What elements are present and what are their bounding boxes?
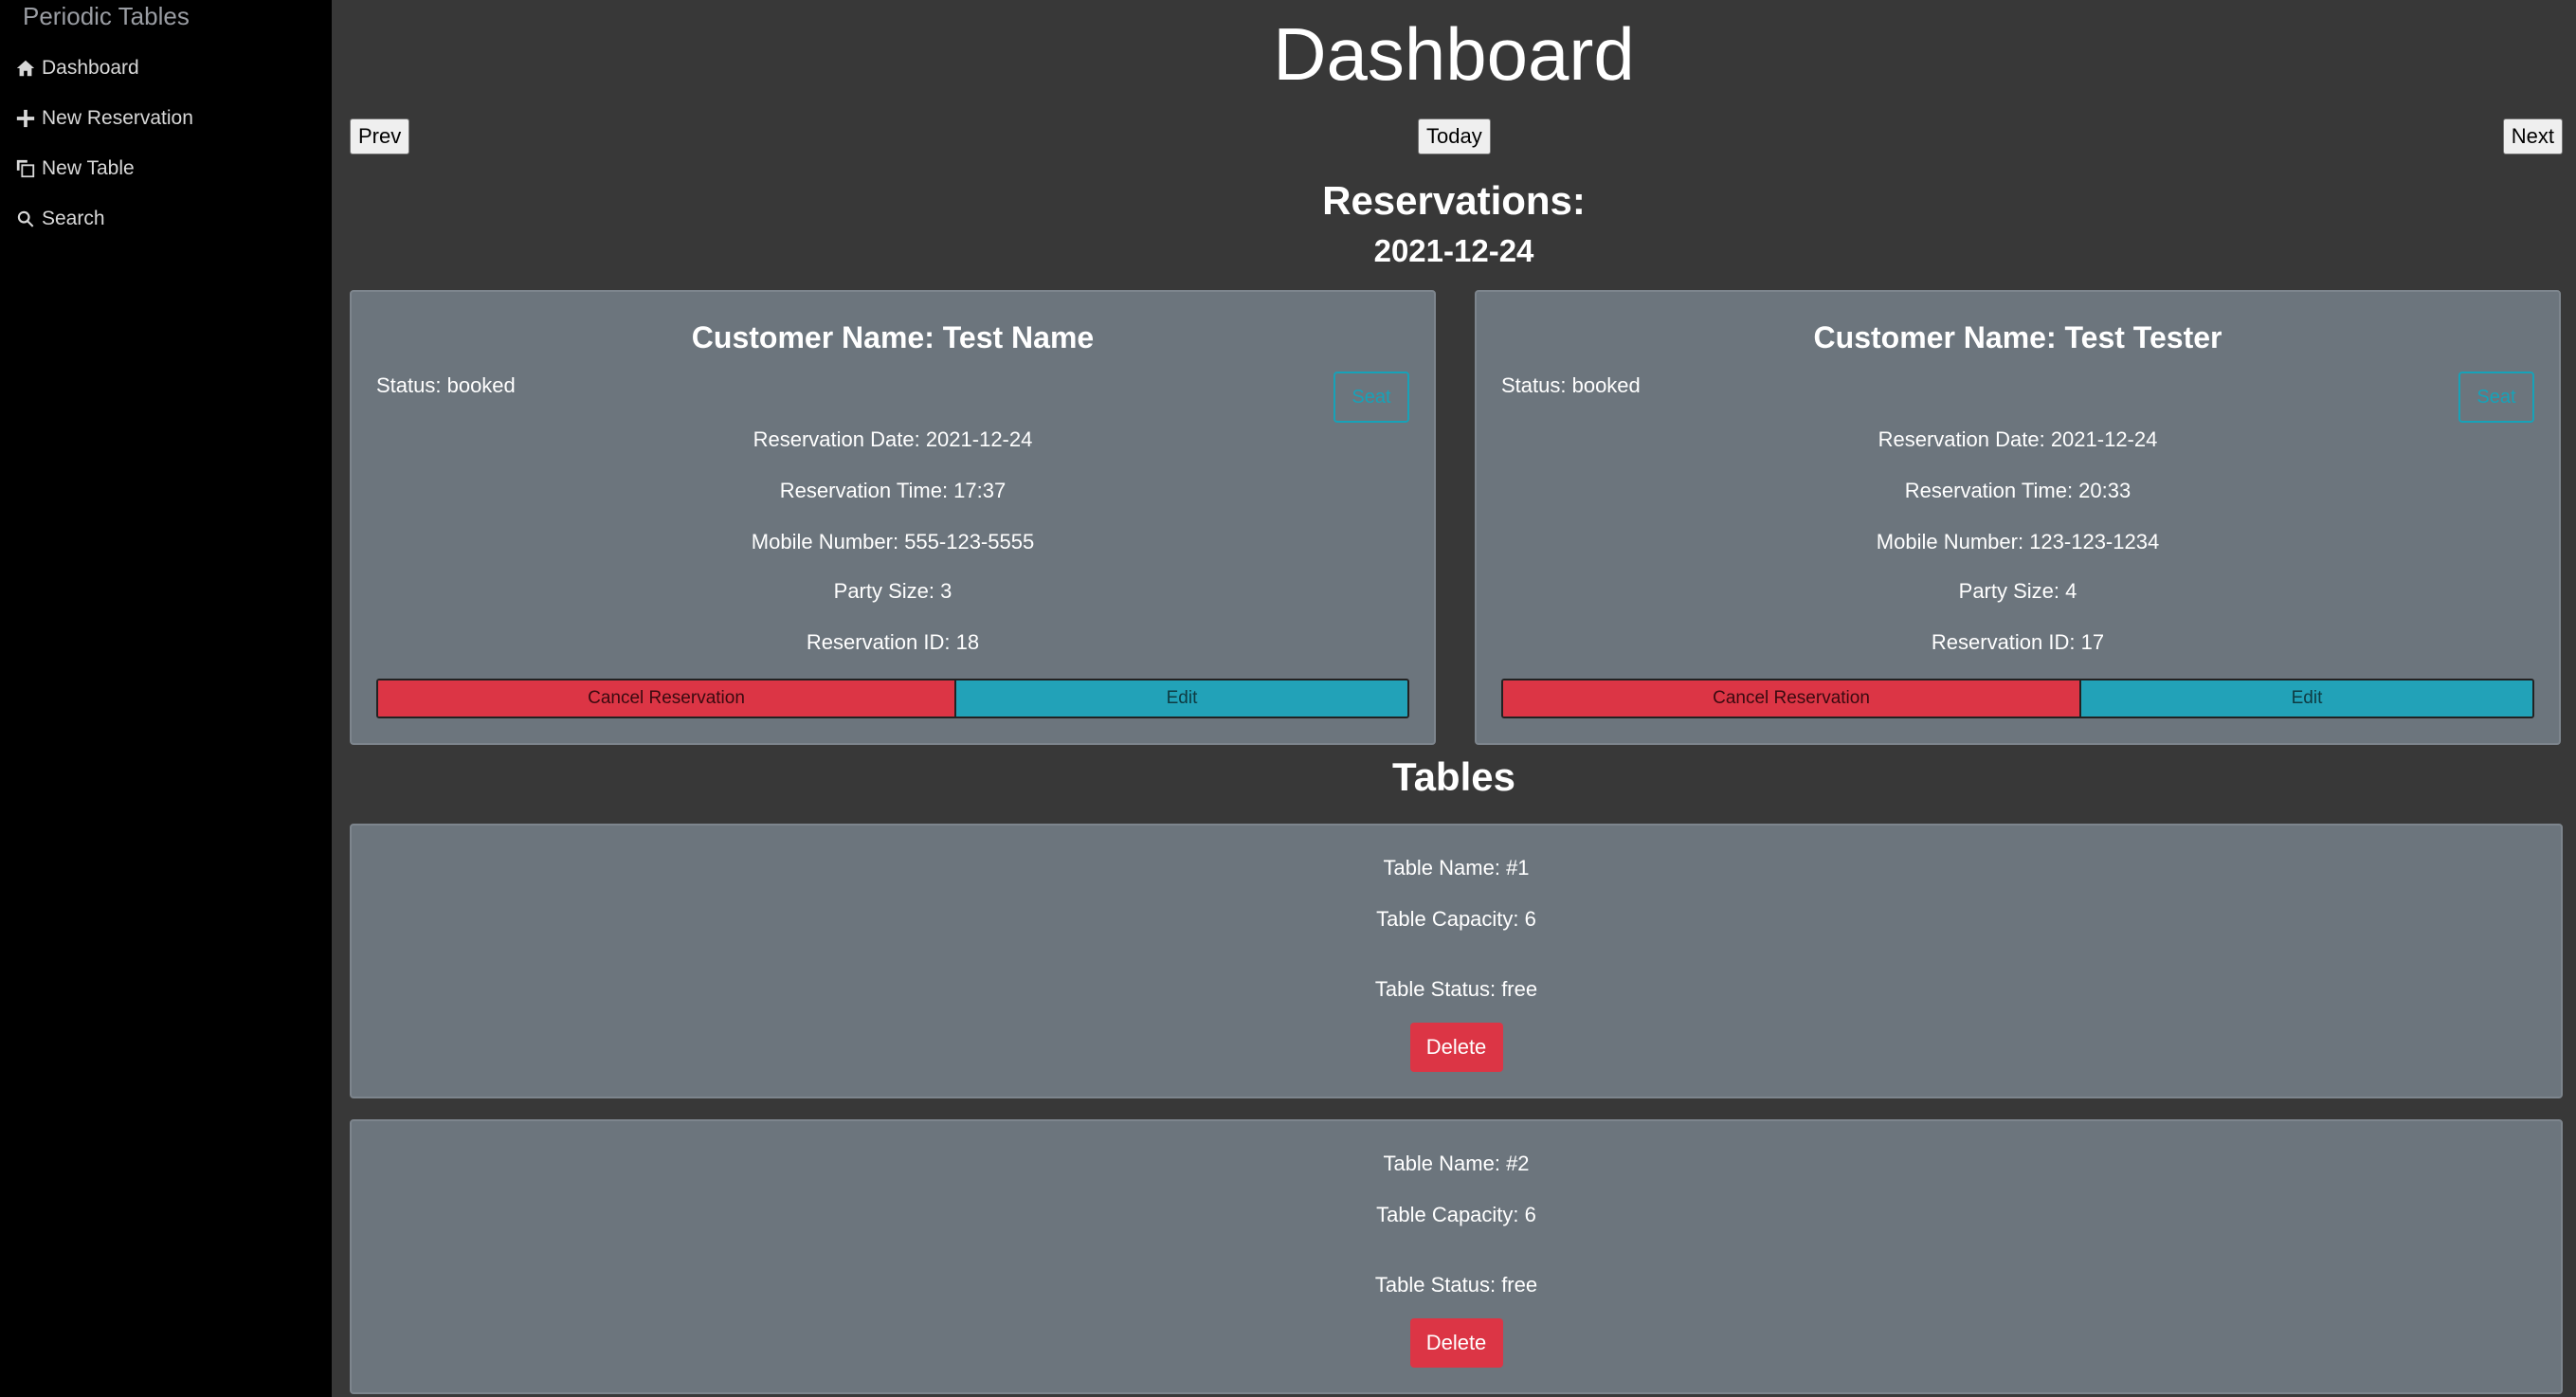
reservation-card: Customer Name: Test Tester Status: booke… — [1475, 290, 2561, 745]
edit-button[interactable]: Edit — [956, 680, 1407, 717]
tables-heading: Tables — [1392, 754, 1515, 799]
cancel-reservation-button[interactable]: Cancel Reservation — [378, 680, 956, 717]
home-icon — [16, 60, 35, 77]
delete-table-button[interactable]: Delete — [1409, 1023, 1503, 1072]
prev-button[interactable]: Prev — [350, 118, 410, 154]
customer-name: Customer Name: Test Tester — [1813, 320, 2222, 354]
delete-table-button[interactable]: Delete — [1409, 1318, 1503, 1368]
reservation-card: Customer Name: Test Name Status: booked … — [350, 290, 1436, 745]
sidebar-item-label: Dashboard — [42, 57, 139, 79]
sidebar: Periodic Tables Dashboard New Reservatio… — [0, 0, 332, 1397]
copy-icon — [16, 159, 35, 178]
reservation-id: Reservation ID: 18 — [806, 630, 980, 654]
sidebar-item-label: Search — [42, 208, 105, 229]
reservation-time: Reservation Time: 17:37 — [779, 479, 1007, 502]
next-button[interactable]: Next — [2502, 118, 2563, 154]
sidebar-item-dashboard[interactable]: Dashboard — [15, 57, 139, 80]
reservation-date: Reservation Date: 2021-12-24 — [753, 427, 1033, 451]
table-card: Table Name: #2 Table Capacity: 6 Table S… — [350, 1119, 2563, 1394]
reservations-heading: Reservations: — [1322, 178, 1586, 223]
mobile-number: Mobile Number: 555-123-5555 — [751, 530, 1035, 553]
plus-icon — [16, 109, 35, 128]
app-root: Periodic Tables Dashboard New Reservatio… — [0, 0, 2576, 1397]
reservation-actions: Cancel Reservation Edit — [376, 679, 1409, 718]
reservation-time: Reservation Time: 20:33 — [1904, 479, 2132, 502]
seat-button[interactable]: Seat — [1333, 372, 1409, 423]
customer-name: Customer Name: Test Name — [691, 320, 1095, 354]
table-capacity: Table Capacity: 6 — [1376, 907, 1536, 931]
sidebar-item-label: New Reservation — [42, 107, 193, 129]
table-status: Table Status: free — [1374, 1273, 1538, 1297]
table-name: Table Name: #2 — [1383, 1152, 1530, 1175]
brand-title[interactable]: Periodic Tables — [23, 2, 190, 31]
reservations-date: 2021-12-24 — [1373, 233, 1534, 268]
search-icon — [17, 210, 34, 227]
table-status: Table Status: free — [1374, 977, 1538, 1001]
sidebar-item-new-table[interactable]: New Table — [15, 157, 135, 180]
party-size: Party Size: 4 — [1958, 579, 2077, 603]
reservation-actions: Cancel Reservation Edit — [1501, 679, 2534, 718]
sidebar-item-new-reservation[interactable]: New Reservation — [15, 107, 193, 130]
seat-button[interactable]: Seat — [2458, 372, 2534, 423]
sidebar-item-label: New Table — [42, 157, 135, 179]
reservation-status: Status: booked — [376, 373, 516, 397]
edit-button[interactable]: Edit — [2081, 680, 2532, 717]
reservation-status: Status: booked — [1501, 373, 1641, 397]
party-size: Party Size: 3 — [833, 579, 952, 603]
cancel-reservation-button[interactable]: Cancel Reservation — [1503, 680, 2081, 717]
table-name: Table Name: #1 — [1383, 856, 1530, 880]
reservation-id: Reservation ID: 17 — [1931, 630, 2105, 654]
today-button[interactable]: Today — [1418, 118, 1491, 154]
table-capacity: Table Capacity: 6 — [1376, 1203, 1536, 1226]
sidebar-item-search[interactable]: Search — [15, 208, 105, 230]
page-title: Dashboard — [1273, 12, 1635, 96]
main-content: Dashboard Prev Today Next Reservations: … — [332, 0, 2576, 1397]
reservation-date: Reservation Date: 2021-12-24 — [1878, 427, 2158, 451]
table-card: Table Name: #1 Table Capacity: 6 Table S… — [350, 824, 2563, 1098]
mobile-number: Mobile Number: 123-123-1234 — [1876, 530, 2160, 553]
